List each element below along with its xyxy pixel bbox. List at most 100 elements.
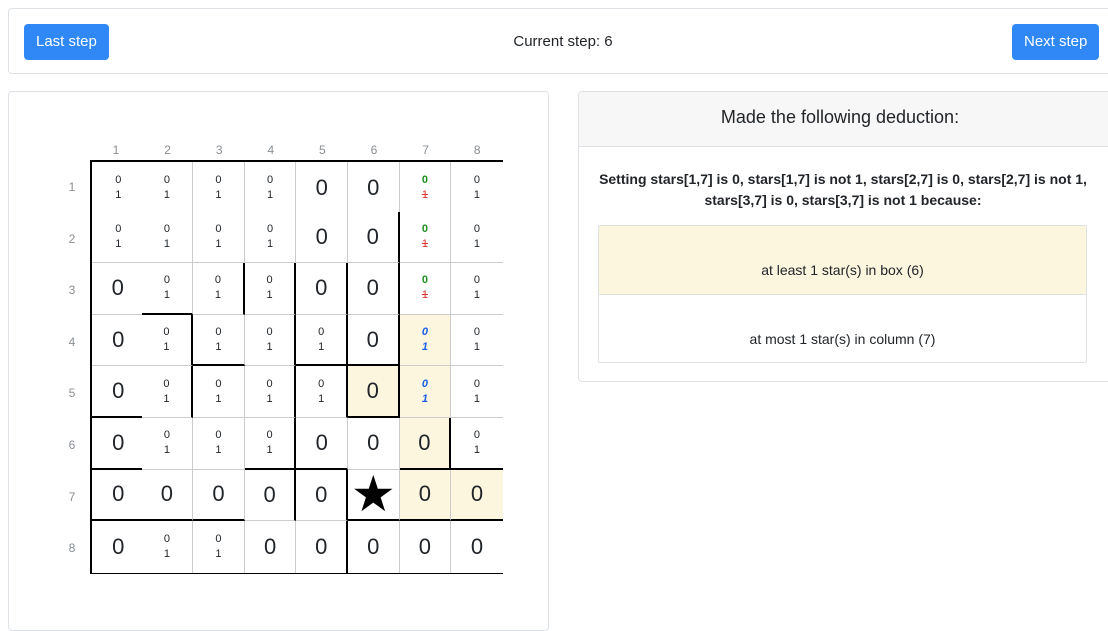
grid-cell[interactable]: 0 [399,418,452,470]
grid-cell[interactable]: 01 [141,366,194,418]
cell-value: 0 [366,378,379,404]
step-toolbar: Last step Current step: 6 Next step [8,8,1108,74]
grid-cell[interactable]: 01 [244,418,297,470]
grid-cell[interactable]: 01 [244,211,297,264]
grid-cell[interactable]: 01 [451,263,503,315]
grid-cell[interactable]: 01 [244,263,297,315]
grid-cell[interactable]: 0 [296,211,348,264]
grid-cell[interactable]: 01 [451,211,503,264]
grid-cell[interactable]: 01 [193,211,245,264]
grid-cell[interactable]: 01 [92,211,146,264]
grid-cell[interactable]: 0 [296,521,348,573]
candidate-zero: 0 [115,222,122,235]
candidate-one: 1 [163,189,170,202]
grid-cell[interactable]: 01 [296,366,348,418]
grid-cell[interactable]: 0 [92,263,146,315]
cell-value: 0 [315,275,328,301]
grid-cell[interactable]: 01 [92,162,146,216]
grid-cell[interactable]: 01 [141,263,194,315]
row-number: 1 [68,180,76,194]
reason-item[interactable]: at least 1 star(s) in box (6) [599,226,1086,295]
deduction-text: Setting stars[1,7] is 0, stars[1,7] is n… [599,171,1087,208]
reason-item[interactable]: at most 1 star(s) in column (7) [599,295,1086,362]
grid-cell[interactable]: 01 [399,263,452,315]
grid-cell[interactable]: 0 [296,263,348,315]
candidate-zero: 0 [163,377,170,390]
row-number: 3 [68,283,76,298]
cell-value: 0 [470,533,484,559]
grid-cell[interactable]: 0 [348,314,400,367]
grid-cell[interactable]: 01 [193,418,245,470]
grid-cell[interactable]: 0 [348,211,400,264]
grid-cell[interactable]: 0 [399,469,452,522]
grid-cell[interactable]: 01 [451,162,503,216]
grid-cell[interactable]: 0 [193,469,245,522]
grid-cell[interactable]: 01 [399,162,452,216]
grid-cell[interactable]: 0 [244,469,297,522]
grid-cell[interactable]: ★ [348,469,400,522]
last-step-button[interactable]: Last step [24,24,109,60]
grid-cell[interactable]: 0 [92,469,146,522]
cell-value: 0 [315,429,328,455]
candidate-one: 1 [163,288,170,301]
candidate-one: 1 [267,189,274,202]
grid-cell[interactable]: 01 [141,162,194,216]
grid-cell[interactable]: 01 [296,314,348,367]
grid-cell[interactable]: 01 [141,211,194,264]
candidate-zero: 0 [473,377,481,390]
grid-cell[interactable]: 0 [296,162,348,216]
next-step-button[interactable]: Next step [1012,24,1100,60]
grid-cell[interactable]: 0 [92,521,146,573]
column-number: 1 [112,143,120,157]
grid-cell[interactable]: 0 [296,469,348,522]
candidate-zero: 0 [267,222,274,235]
grid-cell[interactable]: 01 [451,314,503,367]
row-number: 5 [68,386,76,401]
row-number: 8 [68,541,76,556]
grid-cell[interactable]: 0 [244,521,297,573]
column-number: 4 [267,143,275,157]
candidate-one: 1 [473,392,481,405]
cell-value: 0 [366,326,379,352]
grid-cell[interactable]: 01 [193,521,245,573]
grid-cell[interactable]: 01 [141,314,194,367]
grid-cell[interactable]: 01 [399,314,452,367]
grid-cell[interactable]: 0 [399,521,452,573]
grid-cell[interactable]: 0 [141,469,194,522]
grid-cell[interactable]: 0 [348,418,400,470]
grid-cell[interactable]: 01 [193,366,245,418]
grid-cell[interactable]: 01 [193,263,245,315]
grid-cell[interactable]: 0 [451,469,503,522]
grid-cell[interactable]: 01 [193,314,245,367]
candidate-zero: 0 [473,326,481,339]
grid-cell[interactable]: 01 [141,418,194,470]
grid-cell[interactable]: 0 [92,366,146,418]
column-number: 6 [370,143,378,157]
grid-cell[interactable]: 01 [451,366,503,418]
grid-cell[interactable]: 01 [451,418,503,470]
cell-value: 0 [367,175,380,201]
cell-value: 0 [315,533,328,559]
candidate-zero: 0 [421,377,428,390]
grid-cell[interactable]: 01 [141,521,194,573]
grid-cell[interactable]: 0 [296,418,348,470]
grid-cell[interactable]: 01 [193,162,245,216]
candidate-zero: 0 [163,273,170,286]
grid-cell[interactable]: 0 [348,162,400,216]
candidate-zero: 0 [473,428,481,441]
grid-cell[interactable]: 0 [92,314,146,367]
grid-cell[interactable]: 01 [399,211,452,264]
grid-cell[interactable]: 01 [399,366,452,418]
grid-cell[interactable]: 0 [451,521,503,573]
grid-cell[interactable]: 01 [244,314,297,367]
grid-cell[interactable]: 0 [348,521,400,573]
grid-cell[interactable]: 0 [92,418,146,470]
cell-value: 0 [112,429,125,455]
candidate-one: 1 [214,289,222,302]
grid-cell[interactable]: 0 [348,366,400,418]
grid-cell[interactable]: 0 [348,263,400,315]
grid-cell[interactable]: 01 [244,162,297,216]
cell-value: 0 [212,481,225,507]
grid-cell[interactable]: 01 [244,366,297,418]
candidate-one: 1 [115,189,122,202]
